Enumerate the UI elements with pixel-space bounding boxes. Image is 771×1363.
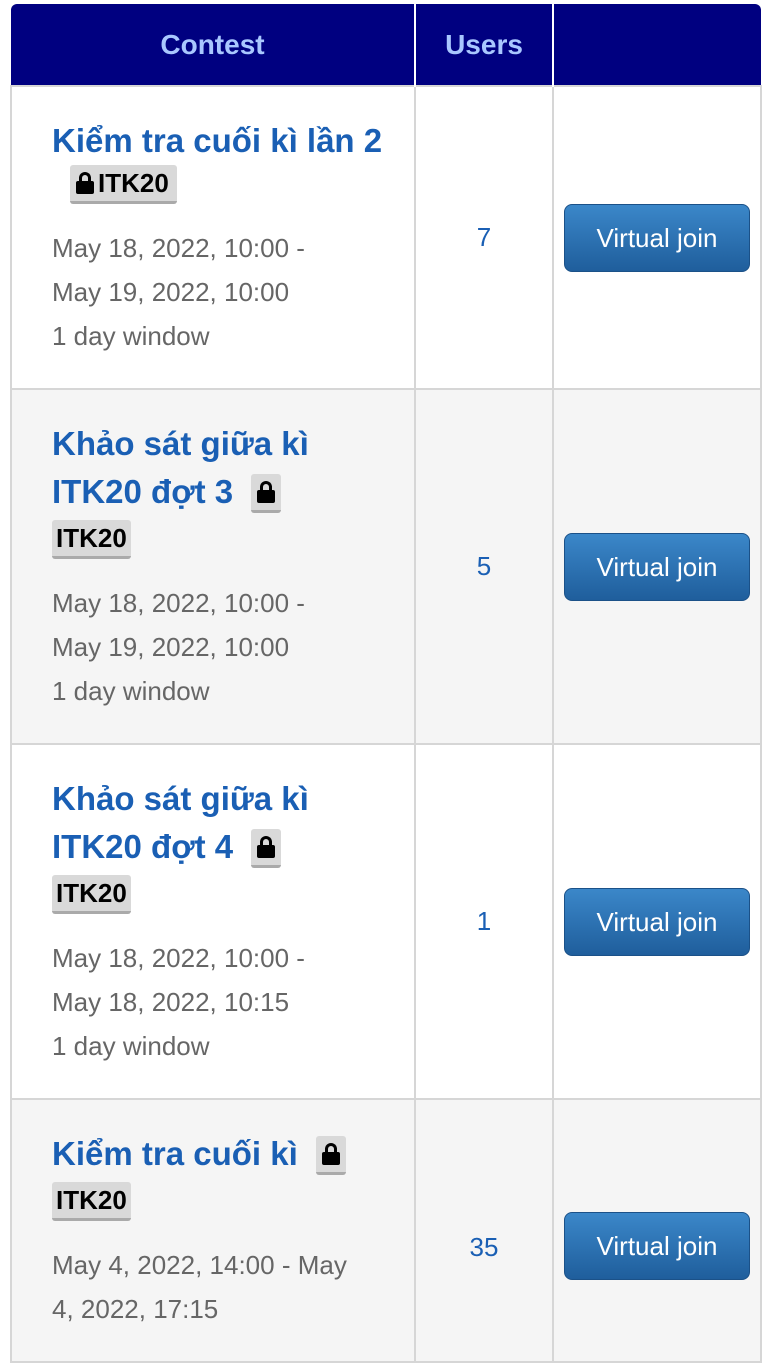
virtual-join-button[interactable]: Virtual join: [564, 203, 750, 272]
contest-cell: Kiểm tra cuối kì lần 2 ITK20 May 18, 2022…: [10, 85, 416, 390]
organization-badge[interactable]: ITK20: [52, 1182, 131, 1221]
users-count-link[interactable]: 5: [414, 388, 554, 745]
contest-time: May 18, 2022, 10:00 - May 19, 2022, 10:0…: [52, 226, 384, 358]
contest-time: May 4, 2022, 14:00 - May 4, 2022, 17:15: [52, 1243, 384, 1331]
contest-cell: Kiểm tra cuối kì ITK20 May 4, 2022, 14:0…: [10, 1098, 416, 1363]
contest-end: May 19, 2022, 10:00: [52, 277, 290, 307]
table-row: Khảo sát giữa kì ITK20 đợt 4 ITK20 May 1…: [10, 743, 762, 1100]
contest-time: May 18, 2022, 10:00 - May 19, 2022, 10:0…: [52, 581, 384, 713]
private-contest-badge[interactable]: [315, 1136, 346, 1175]
header-action: [552, 4, 761, 86]
private-contest-badge[interactable]: [251, 474, 282, 513]
lock-icon: [257, 836, 276, 858]
lock-icon: [76, 172, 94, 194]
lock-icon: [321, 1143, 340, 1165]
action-cell: Virtual join: [552, 1098, 762, 1363]
table-row: Kiểm tra cuối kì ITK20 May 4, 2022, 14:0…: [10, 1098, 762, 1363]
lock-icon: [257, 481, 276, 503]
users-count-link[interactable]: 7: [414, 85, 554, 390]
contest-end: 4, 2022, 17:15: [52, 1294, 219, 1324]
contest-start: May 18, 2022, 10:00 -: [52, 943, 305, 973]
organization-badge[interactable]: ITK20: [52, 875, 131, 914]
contest-start: May 4, 2022, 14:00 - May: [52, 1250, 347, 1280]
action-cell: Virtual join: [552, 85, 762, 390]
contest-window: 1 day window: [52, 676, 210, 706]
header-contest[interactable]: Contest: [11, 4, 415, 86]
contest-window: 1 day window: [52, 321, 210, 351]
table-header-row: Contest Users: [11, 4, 761, 86]
users-count-link[interactable]: 35: [414, 1098, 554, 1363]
action-cell: Virtual join: [552, 743, 762, 1100]
contest-title-link[interactable]: Kiểm tra cuối kì: [52, 1135, 298, 1172]
action-cell: Virtual join: [552, 388, 762, 745]
contest-cell: Khảo sát giữa kì ITK20 đợt 4 ITK20 May 1…: [10, 743, 416, 1100]
virtual-join-button[interactable]: Virtual join: [564, 532, 750, 601]
virtual-join-button[interactable]: Virtual join: [564, 1212, 750, 1280]
header-users[interactable]: Users: [414, 4, 553, 86]
contest-title-link[interactable]: Kiểm tra cuối kì lần 2: [52, 122, 382, 159]
contest-time: May 18, 2022, 10:00 - May 18, 2022, 10:1…: [52, 936, 384, 1068]
contest-end: May 19, 2022, 10:00: [52, 632, 290, 662]
contest-cell: Khảo sát giữa kì ITK20 đợt 3 ITK20 May 1…: [10, 388, 416, 745]
table-row: Khảo sát giữa kì ITK20 đợt 3 ITK20 May 1…: [10, 388, 762, 745]
private-contest-badge[interactable]: [251, 829, 282, 868]
virtual-join-button[interactable]: Virtual join: [564, 887, 750, 956]
organization-badge[interactable]: ITK20: [52, 520, 131, 559]
users-count-link[interactable]: 1: [414, 743, 554, 1100]
contest-table: Contest Users Kiểm tra cuối kì lần 2 ITK2…: [10, 4, 762, 1363]
table-row: Kiểm tra cuối kì lần 2 ITK20 May 18, 2022…: [10, 85, 762, 390]
organization-name: ITK20: [98, 168, 169, 198]
organization-badge[interactable]: ITK20: [70, 165, 177, 204]
contest-table-container: Contest Users Kiểm tra cuối kì lần 2 ITK2…: [10, 4, 762, 1363]
contest-end: May 18, 2022, 10:15: [52, 987, 290, 1017]
contest-start: May 18, 2022, 10:00 -: [52, 233, 305, 263]
contest-start: May 18, 2022, 10:00 -: [52, 588, 305, 618]
contest-window: 1 day window: [52, 1031, 210, 1061]
